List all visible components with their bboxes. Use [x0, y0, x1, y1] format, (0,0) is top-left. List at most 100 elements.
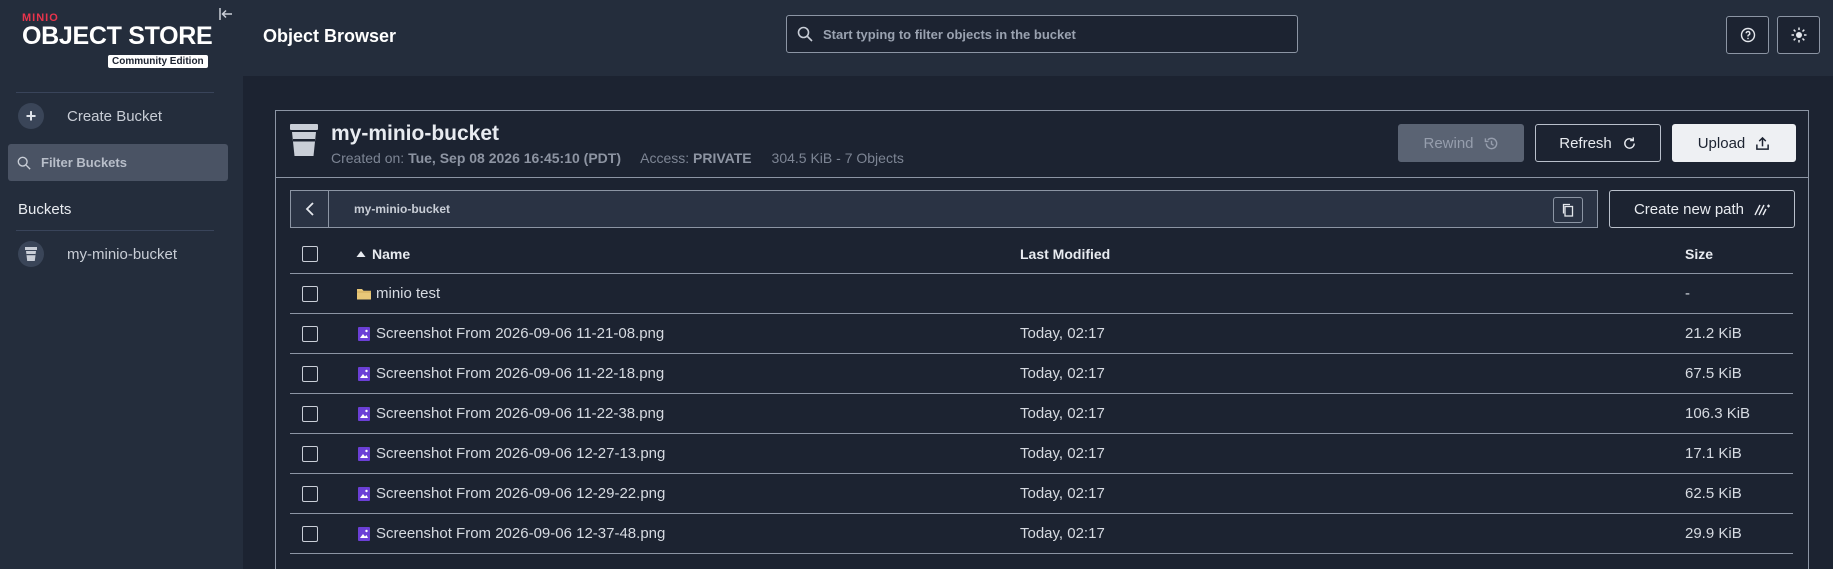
object-modified: Today, 02:17	[1020, 485, 1105, 502]
table-row[interactable]: Screenshot From 2026-09-06 11-22-38.png …	[290, 394, 1793, 434]
access-label: Access:	[640, 150, 690, 166]
sort-asc-icon	[356, 251, 366, 257]
column-header-last-modified[interactable]: Last Modified	[1020, 246, 1110, 262]
object-size: 17.1 KiB	[1685, 445, 1742, 462]
sidebar-item-my-minio-bucket[interactable]: my-minio-bucket	[18, 241, 177, 267]
sun-icon	[1791, 27, 1806, 43]
create-new-path-button[interactable]: Create new path	[1609, 190, 1795, 228]
bucket-meta: Created on: Tue, Sep 08 2026 16:45:10 (P…	[331, 150, 904, 166]
object-name[interactable]: Screenshot From 2026-09-06 12-37-48.png	[356, 525, 665, 542]
upload-button[interactable]: Upload	[1672, 124, 1796, 162]
column-header-size[interactable]: Size	[1685, 246, 1713, 262]
logo-title: OBJECT STORE	[22, 22, 213, 50]
bucket-icon	[290, 124, 318, 156]
object-name[interactable]: Screenshot From 2026-09-06 12-27-13.png	[356, 445, 665, 462]
rewind-label: Rewind	[1423, 134, 1474, 152]
table-row[interactable]: Screenshot From 2026-09-06 12-27-13.png …	[290, 434, 1793, 474]
row-checkbox[interactable]	[302, 446, 318, 462]
image-file-icon	[358, 486, 370, 501]
top-header: Object Browser	[243, 0, 1833, 76]
upload-label: Upload	[1697, 134, 1746, 152]
search-icon	[17, 156, 31, 170]
sidebar-divider	[16, 92, 214, 93]
table-row[interactable]: Screenshot From 2026-09-06 12-29-22.png …	[290, 474, 1793, 514]
new-path-icon	[1754, 204, 1771, 216]
create-bucket-label: Create Bucket	[67, 107, 163, 125]
image-file-icon	[358, 526, 370, 541]
object-name-text: Screenshot From 2026-09-06 12-37-48.png	[376, 525, 666, 542]
object-modified: Today, 02:17	[1020, 445, 1105, 462]
created-value: Tue, Sep 08 2026 16:45:10 (PDT)	[408, 150, 622, 166]
table-header: Name Last Modified Size	[290, 234, 1793, 274]
created-label: Created on:	[331, 150, 405, 166]
refresh-icon	[1623, 136, 1635, 149]
theme-toggle-button[interactable]	[1777, 16, 1820, 54]
object-size: -	[1685, 285, 1690, 302]
breadcrumb: my-minio-bucket	[290, 190, 1598, 228]
table-row[interactable]: Screenshot From 2026-09-06 11-22-18.png …	[290, 354, 1793, 394]
row-checkbox[interactable]	[302, 406, 318, 422]
sidebar-item-label: my-minio-bucket	[67, 245, 178, 263]
column-header-name[interactable]: Name	[356, 246, 410, 262]
object-name-text: Screenshot From 2026-09-06 11-22-18.png	[376, 365, 665, 382]
copy-icon	[1562, 203, 1574, 217]
rewind-button[interactable]: Rewind	[1398, 124, 1524, 162]
object-modified: Today, 02:17	[1020, 525, 1105, 542]
history-icon	[1484, 137, 1497, 149]
object-search-field[interactable]	[786, 15, 1298, 53]
back-button[interactable]	[291, 191, 329, 227]
object-search-input[interactable]	[823, 26, 1283, 42]
object-name-text: Screenshot From 2026-09-06 12-27-13.png	[376, 445, 666, 462]
collapse-sidebar-icon[interactable]	[218, 6, 234, 22]
copy-path-button[interactable]	[1553, 197, 1583, 223]
object-name[interactable]: Screenshot From 2026-09-06 11-21-08.png	[356, 325, 664, 342]
object-name[interactable]: Screenshot From 2026-09-06 11-22-38.png	[356, 405, 664, 422]
object-name-text: minio test	[376, 285, 441, 302]
row-checkbox[interactable]	[302, 526, 318, 542]
bucket-usage: 304.5 KiB - 7 Objects	[771, 150, 904, 166]
logo-badge: Community Edition	[108, 55, 208, 68]
row-checkbox[interactable]	[302, 366, 318, 382]
page-title: Object Browser	[263, 26, 397, 46]
bucket-name: my-minio-bucket	[331, 122, 500, 145]
object-name[interactable]: minio test	[356, 285, 440, 302]
access-value: PRIVATE	[693, 150, 752, 166]
select-all-checkbox[interactable]	[302, 246, 318, 262]
row-checkbox[interactable]	[302, 486, 318, 502]
table-row[interactable]: Screenshot From 2026-09-06 11-21-08.png …	[290, 314, 1793, 354]
plus-icon: +	[18, 103, 44, 129]
table-row[interactable]: Screenshot From 2026-09-06 12-37-48.png …	[290, 514, 1793, 554]
chevron-left-icon	[305, 202, 314, 216]
bucket-icon	[18, 241, 44, 267]
help-button[interactable]	[1726, 16, 1769, 54]
create-bucket-button[interactable]: + Create Bucket	[18, 103, 162, 129]
refresh-button[interactable]: Refresh	[1535, 124, 1661, 162]
sidebar-divider	[16, 230, 214, 231]
object-name-text: Screenshot From 2026-09-06 11-21-08.png	[376, 325, 665, 342]
image-file-icon	[358, 446, 370, 461]
object-size: 62.5 KiB	[1685, 485, 1742, 502]
filter-buckets-input[interactable]	[41, 155, 211, 170]
object-modified: Today, 02:17	[1020, 405, 1105, 422]
row-checkbox[interactable]	[302, 326, 318, 342]
object-size: 106.3 KiB	[1685, 405, 1751, 422]
column-name-label: Name	[372, 246, 411, 262]
object-size: 29.9 KiB	[1685, 525, 1742, 542]
buckets-heading: Buckets	[18, 201, 72, 218]
row-checkbox[interactable]	[302, 286, 318, 302]
object-name[interactable]: Screenshot From 2026-09-06 11-22-18.png	[356, 365, 664, 382]
image-file-icon	[358, 326, 370, 341]
table-row[interactable]: minio test -	[290, 274, 1793, 314]
object-name-text: Screenshot From 2026-09-06 11-22-38.png	[376, 405, 665, 422]
object-modified: Today, 02:17	[1020, 365, 1105, 382]
search-icon	[797, 26, 813, 42]
object-name-text: Screenshot From 2026-09-06 12-29-22.png	[376, 485, 666, 502]
object-name[interactable]: Screenshot From 2026-09-06 12-29-22.png	[356, 485, 665, 502]
image-file-icon	[358, 406, 370, 421]
panel-divider	[275, 177, 1809, 178]
help-icon	[1740, 27, 1755, 43]
image-file-icon	[358, 366, 370, 381]
filter-buckets-field[interactable]	[8, 144, 228, 181]
breadcrumb-path[interactable]: my-minio-bucket	[354, 202, 450, 216]
app-logo: MINIO OBJECT STORE Community Edition	[22, 12, 222, 72]
